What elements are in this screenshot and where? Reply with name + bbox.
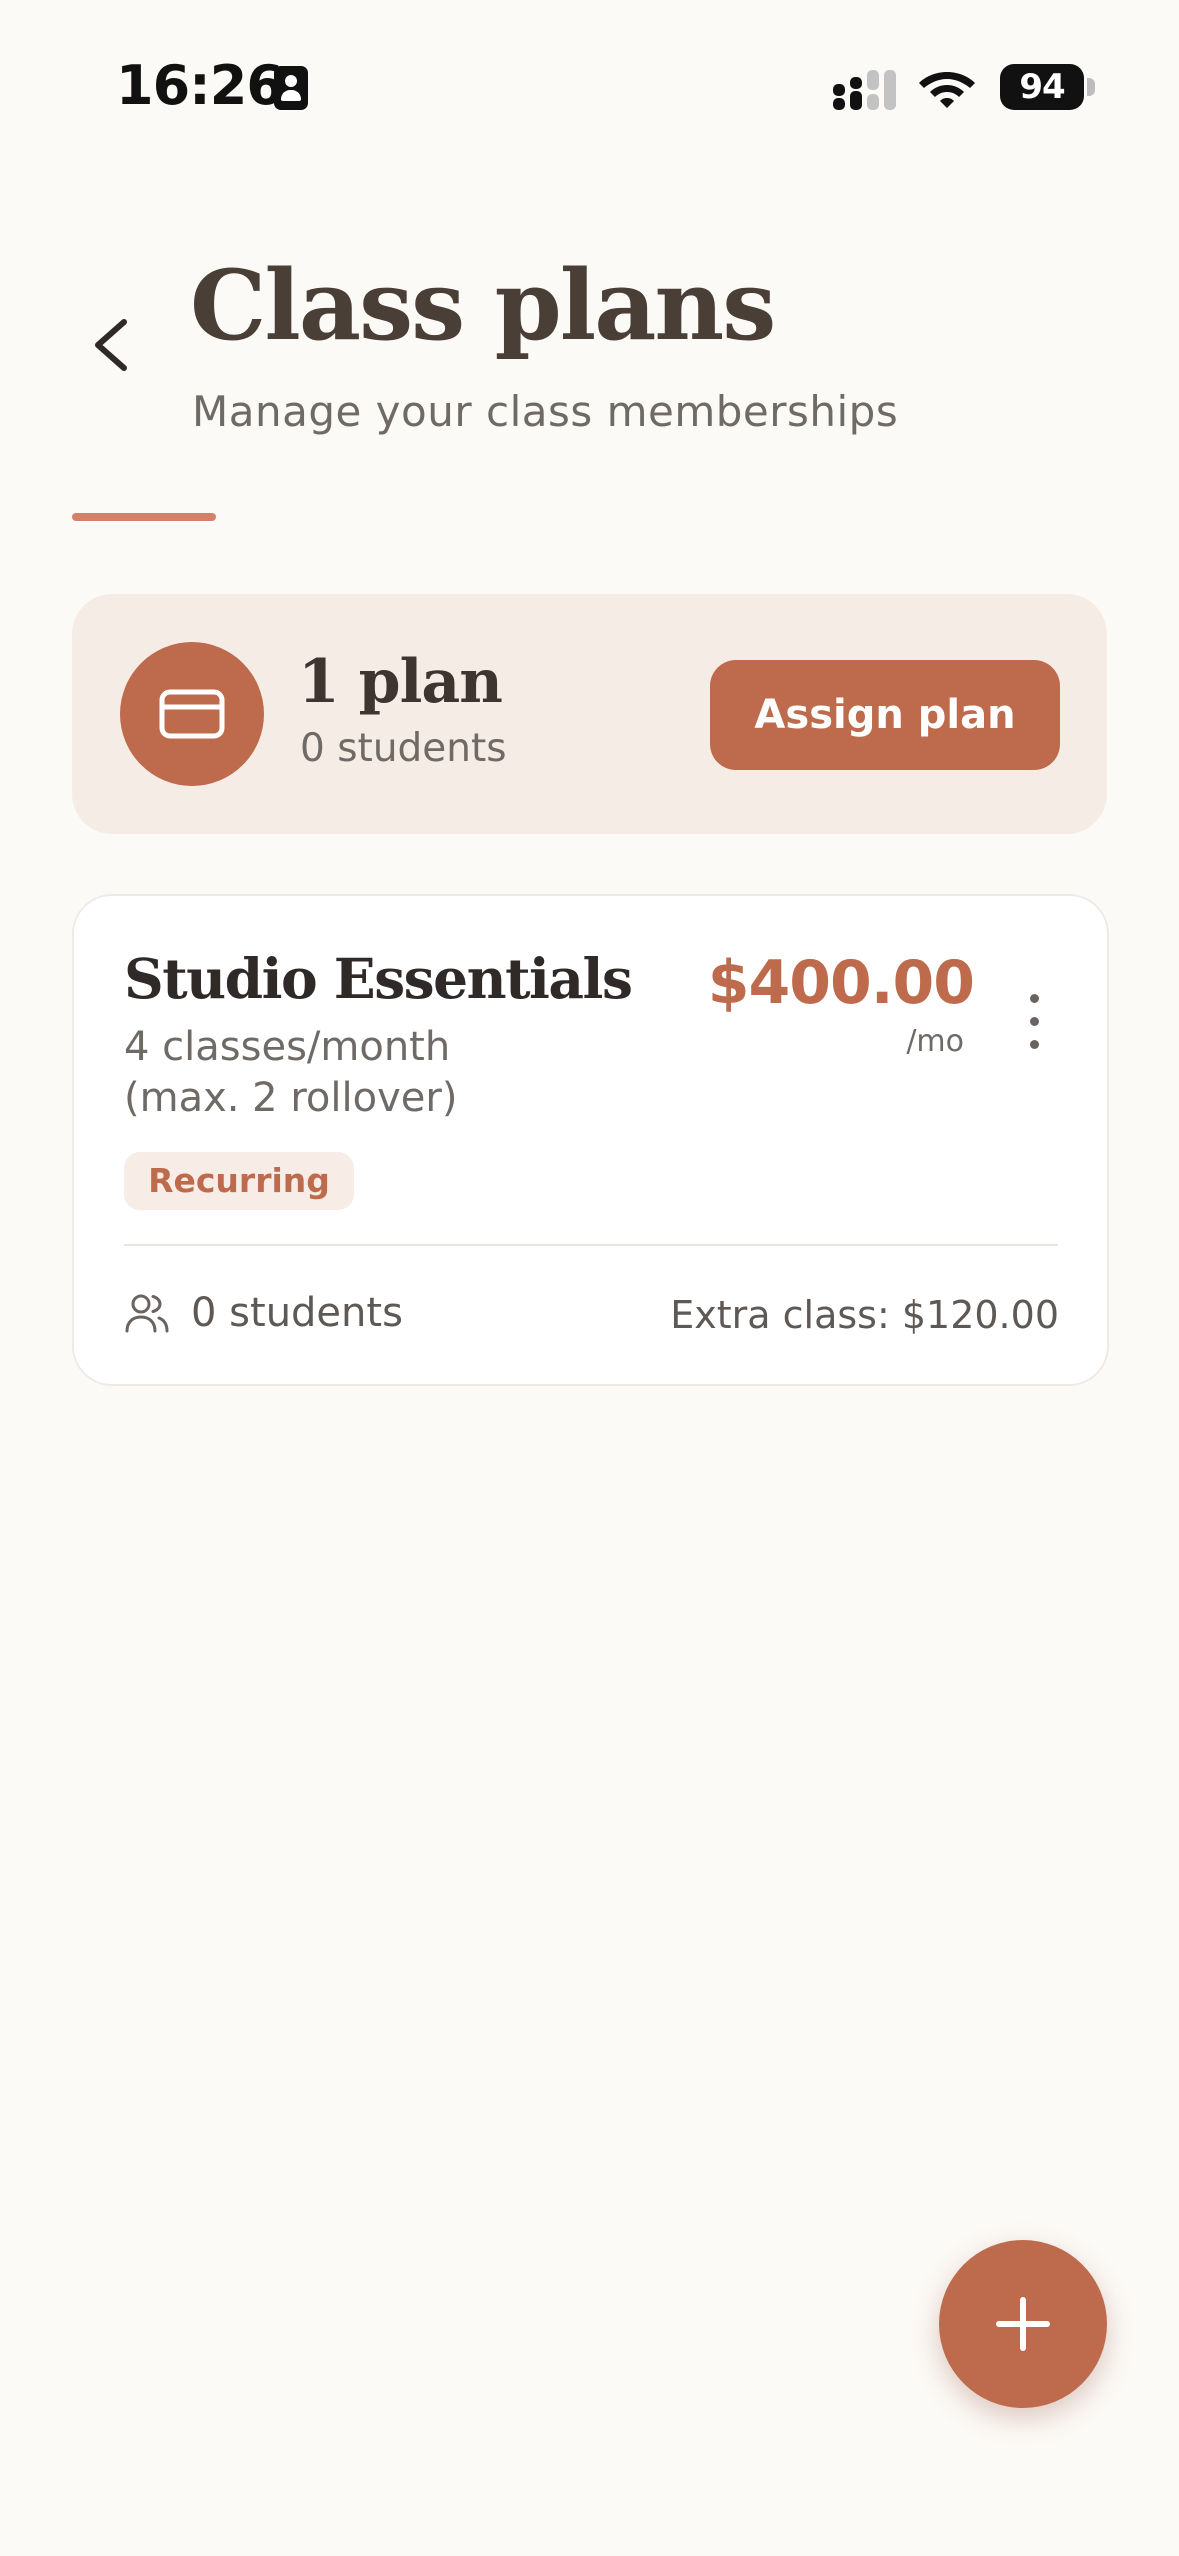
chevron-left-icon xyxy=(95,319,127,371)
plan-description: 4 classes/month (max. 2 rollover) xyxy=(124,1024,458,1121)
title-accent-line xyxy=(72,513,216,521)
plan-divider xyxy=(124,1244,1058,1246)
assign-plan-button[interactable]: Assign plan xyxy=(710,660,1060,770)
battery-icon: 94 xyxy=(1000,64,1096,110)
plus-icon xyxy=(996,2297,1050,2351)
page-title: Class plans xyxy=(190,249,776,362)
credit-card-icon xyxy=(159,689,225,739)
plan-student-count: 0 students xyxy=(191,1290,403,1336)
plan-count: 1 plan xyxy=(298,647,503,717)
plans-summary-card: 1 plan 0 students Assign plan xyxy=(72,594,1107,834)
back-button[interactable] xyxy=(74,300,154,390)
page-subtitle: Manage your class memberships xyxy=(192,387,899,436)
summary-student-count: 0 students xyxy=(300,726,507,771)
battery-level: 94 xyxy=(1000,64,1084,110)
summary-avatar xyxy=(120,642,264,786)
plan-price-period: /mo xyxy=(906,1024,964,1059)
users-icon xyxy=(125,1294,169,1333)
plan-price: $400.00 xyxy=(707,948,975,1018)
plan-extra-class-price: Extra class: $120.00 xyxy=(670,1293,1059,1337)
plan-menu-button[interactable] xyxy=(1010,986,1058,1058)
plan-card[interactable]: Studio Essentials 4 classes/month (max. … xyxy=(72,894,1109,1386)
status-time: 16:26 xyxy=(116,54,284,117)
contact-card-icon xyxy=(274,66,308,110)
plan-name: Studio Essentials xyxy=(124,946,633,1011)
plan-type-badge: Recurring xyxy=(124,1152,354,1210)
wifi-icon xyxy=(919,72,975,108)
cellular-signal-icon xyxy=(833,70,896,110)
add-plan-button[interactable] xyxy=(939,2240,1107,2408)
